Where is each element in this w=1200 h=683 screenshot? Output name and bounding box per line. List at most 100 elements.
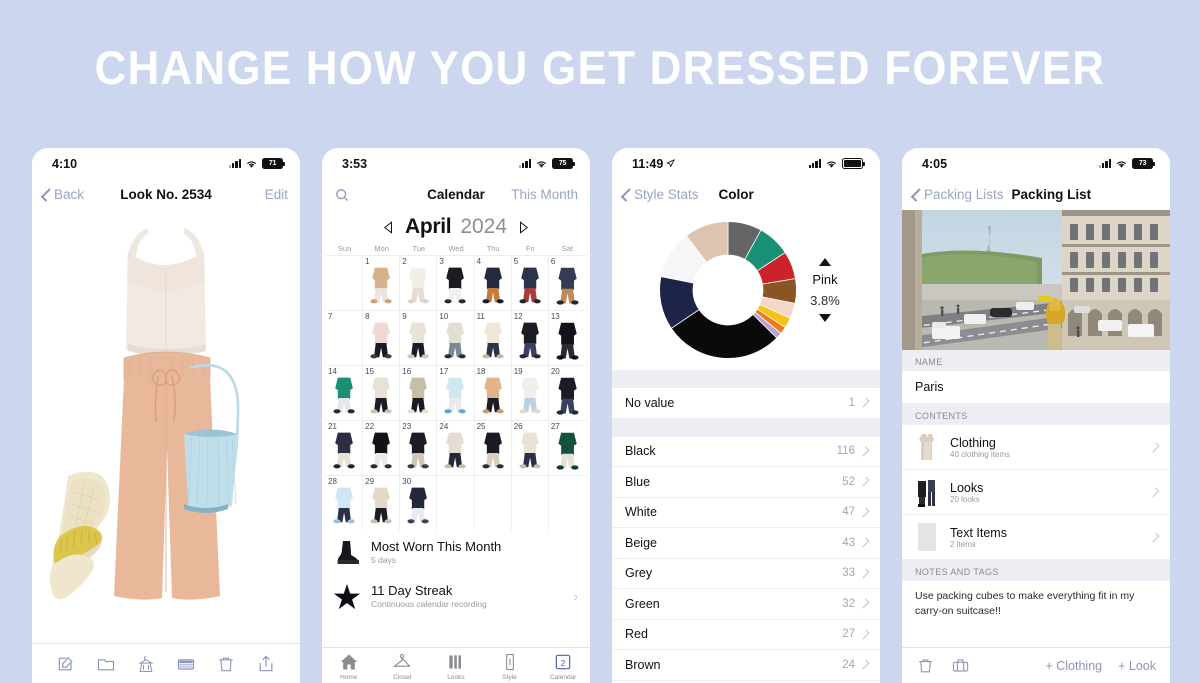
calendar-day-2[interactable]: 2 <box>400 255 438 310</box>
nav-bar: Style Stats Color <box>612 179 880 210</box>
previous-month-button[interactable] <box>381 220 396 235</box>
color-list-item[interactable]: Brown 24 <box>612 650 880 681</box>
calendar-day-29[interactable]: 29 <box>363 475 401 530</box>
edit-button[interactable]: Edit <box>265 187 288 202</box>
cellular-signal-icon <box>808 159 821 168</box>
hanger-dress-icon[interactable] <box>136 654 156 674</box>
share-icon[interactable] <box>256 654 276 674</box>
row-value: 43 <box>842 536 855 549</box>
search-icon[interactable] <box>334 187 350 203</box>
calendar-day-28[interactable]: 28 <box>326 475 364 530</box>
calendar-cell-empty <box>511 475 549 530</box>
calendar-day-24[interactable]: 24 <box>437 420 475 475</box>
page-title: Color <box>718 187 754 202</box>
calendar-day-12[interactable]: 12 <box>511 310 549 365</box>
section-gap <box>612 370 880 388</box>
trash-icon[interactable] <box>216 654 236 674</box>
suitcase-icon[interactable] <box>951 656 970 675</box>
selected-color-name: Pink <box>812 272 838 287</box>
status-bar: 4:05 73 <box>902 148 1170 179</box>
outfit-thumbnail <box>519 322 541 359</box>
calendar-day-5[interactable]: 5 <box>511 255 549 310</box>
name-section-header: NAME <box>902 350 1170 371</box>
calendar-day-21[interactable]: 21 <box>326 420 364 475</box>
calendar-day-15[interactable]: 15 <box>363 365 401 420</box>
calendar-day-23[interactable]: 23 <box>400 420 438 475</box>
scroll-down-icon[interactable] <box>818 314 831 322</box>
notes-text[interactable]: Use packing cubes to make everything fit… <box>902 581 1170 628</box>
calendar-day-13[interactable]: 13 <box>548 310 586 365</box>
edit-icon[interactable] <box>56 654 76 674</box>
row-label: No value <box>625 395 675 410</box>
color-list-item[interactable]: Black 116 <box>612 436 880 467</box>
chevron-right-icon <box>859 659 870 670</box>
home-icon <box>340 654 358 670</box>
calendar-day-3[interactable]: 3 <box>437 255 475 310</box>
content-item-looks[interactable]: Looks 20 looks <box>902 470 1170 515</box>
color-list-item[interactable]: White 47 <box>612 497 880 528</box>
outfit-thumbnail <box>333 377 355 414</box>
calendar-day-4[interactable]: 4 <box>474 255 512 310</box>
calendar-day-9[interactable]: 9 <box>400 310 438 365</box>
content-item-clothing[interactable]: Clothing 40 clothing items <box>902 425 1170 470</box>
back-button[interactable]: Style Stats <box>620 187 699 202</box>
row-label: Beige <box>625 535 657 550</box>
tab-calendar[interactable]: 2 Calendar <box>536 652 590 681</box>
items-icon <box>449 655 461 669</box>
calendar-day-22[interactable]: 22 <box>363 420 401 475</box>
calendar-day-27[interactable]: 27 <box>548 420 586 475</box>
status-indicators: 71 <box>228 158 285 169</box>
calendar-day-11[interactable]: 11 <box>474 310 512 365</box>
calendar-cell-empty <box>474 475 512 530</box>
calendar-day-16[interactable]: 16 <box>400 365 438 420</box>
this-month-button[interactable]: This Month <box>511 187 578 202</box>
row-label: White <box>625 505 657 520</box>
back-button[interactable]: Back <box>40 187 84 202</box>
calendar-day-10[interactable]: 10 <box>437 310 475 365</box>
tab-style[interactable]: Style <box>483 652 537 681</box>
add-clothing-button[interactable]: + Clothing <box>1045 659 1102 673</box>
color-list-item[interactable]: Grey 33 <box>612 558 880 589</box>
color-list-item[interactable]: Red 27 <box>612 619 880 650</box>
calendar-day-17[interactable]: 17 <box>437 365 475 420</box>
outfit-thumbnail <box>370 487 392 524</box>
content-item-text[interactable]: Text Items 2 items <box>902 515 1170 560</box>
calendar-day-30[interactable]: 30 <box>400 475 438 530</box>
outfit-thumbnail <box>481 377 504 414</box>
donut-svg[interactable] <box>652 214 804 366</box>
back-label: Style Stats <box>634 187 699 202</box>
calendar-day-20[interactable]: 20 <box>548 365 586 420</box>
calendar-day-8[interactable]: 8 <box>363 310 401 365</box>
calendar-day-18[interactable]: 18 <box>474 365 512 420</box>
list-icon[interactable] <box>176 654 196 674</box>
calendar-day-26[interactable]: 26 <box>511 420 549 475</box>
outfit-thumbnail <box>333 432 355 469</box>
calendar-day-19[interactable]: 19 <box>511 365 549 420</box>
list-item-no-value[interactable]: No value 1 <box>612 388 880 419</box>
tab-looks[interactable]: Looks <box>429 652 483 681</box>
stat-most-worn[interactable]: Most Worn This Month 5 days <box>334 530 578 574</box>
chevron-right-icon <box>859 476 870 487</box>
calendar-day-25[interactable]: 25 <box>474 420 512 475</box>
back-button[interactable]: Packing Lists <box>910 187 1004 202</box>
outfit-thumbnail <box>370 267 392 304</box>
folder-icon[interactable] <box>96 654 116 674</box>
status-bar: 3:53 75 <box>322 148 590 179</box>
color-list-item[interactable]: Green 32 <box>612 589 880 620</box>
packing-list-name[interactable]: Paris <box>902 371 1170 404</box>
add-look-button[interactable]: + Look <box>1118 659 1156 673</box>
next-month-button[interactable] <box>516 220 531 235</box>
tab-closet[interactable]: Closet <box>376 652 430 681</box>
stat-streak[interactable]: 11 Day Streak Continuous calendar record… <box>334 574 578 618</box>
scroll-up-icon[interactable] <box>818 258 831 266</box>
trash-icon[interactable] <box>916 656 935 675</box>
calendar-day-7[interactable]: 7 <box>326 310 364 365</box>
color-list-item[interactable]: Blue 52 <box>612 467 880 498</box>
color-list-item[interactable]: Beige 43 <box>612 528 880 559</box>
calendar-day-1[interactable]: 1 <box>363 255 401 310</box>
calendar-day-6[interactable]: 6 <box>548 255 586 310</box>
calendar-day-14[interactable]: 14 <box>326 365 364 420</box>
phone-calendar: 3:53 75 Calendar This Month April 2024 S… <box>322 148 590 683</box>
page-headline: CHANGE HOW YOU GET DRESSED FOREVER <box>94 41 1106 94</box>
tab-home[interactable]: Home <box>322 652 376 681</box>
